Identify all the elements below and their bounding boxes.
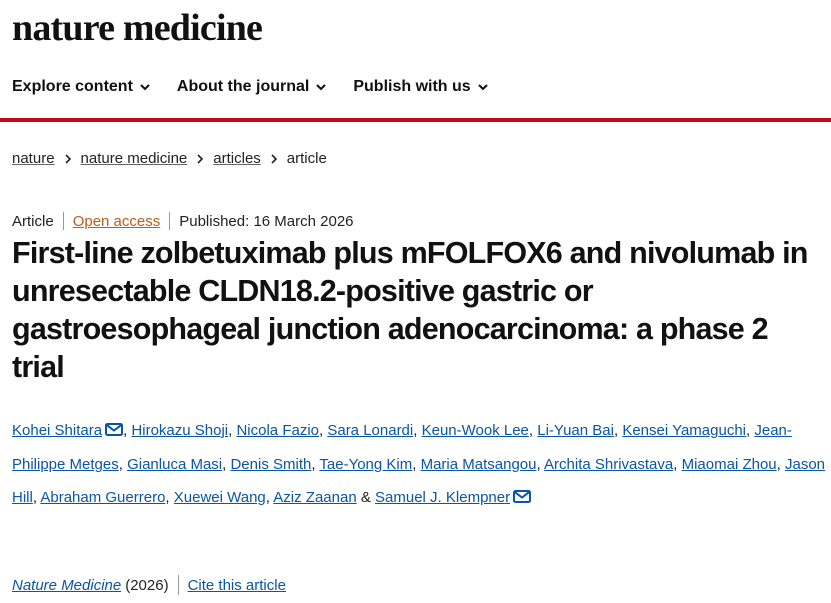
publication-year: (2026) bbox=[125, 576, 169, 594]
author-list: Kohei Shitara, Hirokazu Shoji, Nicola Fa… bbox=[12, 422, 826, 506]
chevron-down-icon bbox=[316, 84, 327, 91]
article-title: First-line zolbetuximab plus mFOLFOX6 an… bbox=[12, 236, 808, 384]
author-conjunction: & bbox=[360, 489, 371, 506]
meta-divider bbox=[169, 212, 171, 230]
breadcrumb: nature nature medicine articles article bbox=[12, 150, 327, 167]
open-access-link[interactable]: Open access bbox=[73, 213, 161, 230]
nav-about-journal[interactable]: About the journal bbox=[177, 78, 327, 96]
breadcrumb-nature-medicine[interactable]: nature medicine bbox=[81, 150, 188, 167]
nav-explore-content[interactable]: Explore content bbox=[12, 78, 151, 96]
published-date: Published: 16 March 2026 bbox=[179, 212, 354, 230]
author-link[interactable]: Kohei Shitara bbox=[12, 422, 102, 439]
nav-publish-with-us-label: Publish with us bbox=[353, 78, 471, 95]
author-link[interactable]: Xuewei Wang bbox=[174, 489, 266, 506]
author-link[interactable]: Hirokazu Shoji bbox=[131, 422, 228, 439]
meta-divider bbox=[177, 575, 179, 595]
main-nav: Explore content About the journal Publis… bbox=[12, 78, 515, 96]
cite-article-link[interactable]: Cite this article bbox=[188, 577, 286, 594]
author-link[interactable]: Keun-Wook Lee bbox=[422, 422, 529, 439]
chevron-right-icon bbox=[64, 153, 71, 164]
article-type: Article bbox=[12, 212, 54, 230]
author-link[interactable]: Maria Matsangou bbox=[421, 456, 537, 473]
article-meta: Article Open access Published: 16 March … bbox=[12, 212, 354, 230]
author-link[interactable]: Abraham Guerrero bbox=[40, 489, 165, 506]
nav-publish-with-us[interactable]: Publish with us bbox=[353, 78, 488, 96]
meta-divider bbox=[62, 212, 64, 230]
author-link[interactable]: Gianluca Masi bbox=[127, 456, 222, 473]
journal-info: Nature Medicine (2026) Cite this article bbox=[12, 575, 286, 595]
author-link[interactable]: Archita Shrivastava bbox=[544, 456, 673, 473]
breadcrumb-articles[interactable]: articles bbox=[213, 150, 261, 167]
chevron-right-icon bbox=[271, 153, 277, 164]
site-logo[interactable]: nature medicine bbox=[12, 6, 263, 50]
author-link[interactable]: Sara Lonardi bbox=[327, 422, 413, 439]
nav-about-journal-label: About the journal bbox=[176, 78, 310, 95]
author-link[interactable]: Denis Smith bbox=[230, 456, 311, 473]
nav-explore-content-label: Explore content bbox=[12, 78, 133, 95]
author-link[interactable]: Li-Yuan Bai bbox=[537, 422, 614, 439]
chevron-right-icon bbox=[197, 153, 204, 164]
chevron-down-icon bbox=[477, 84, 488, 91]
author-link[interactable]: Miaomai Zhou bbox=[682, 456, 777, 473]
author-link[interactable]: Kensei Yamaguchi bbox=[622, 422, 746, 439]
author-link[interactable]: Tae-Yong Kim bbox=[319, 456, 412, 473]
journal-link[interactable]: Nature Medicine bbox=[12, 577, 121, 594]
breadcrumb-nature[interactable]: nature bbox=[12, 150, 55, 167]
author-link[interactable]: Nicola Fazio bbox=[236, 422, 319, 439]
header-divider bbox=[0, 118, 831, 122]
breadcrumb-current: article bbox=[286, 150, 327, 167]
chevron-down-icon bbox=[140, 84, 150, 91]
author-link[interactable]: Aziz Zaanan bbox=[273, 489, 356, 506]
author-link[interactable]: Samuel J. Klempner bbox=[375, 489, 510, 506]
email-icon[interactable] bbox=[513, 490, 532, 503]
email-icon[interactable] bbox=[105, 423, 124, 436]
